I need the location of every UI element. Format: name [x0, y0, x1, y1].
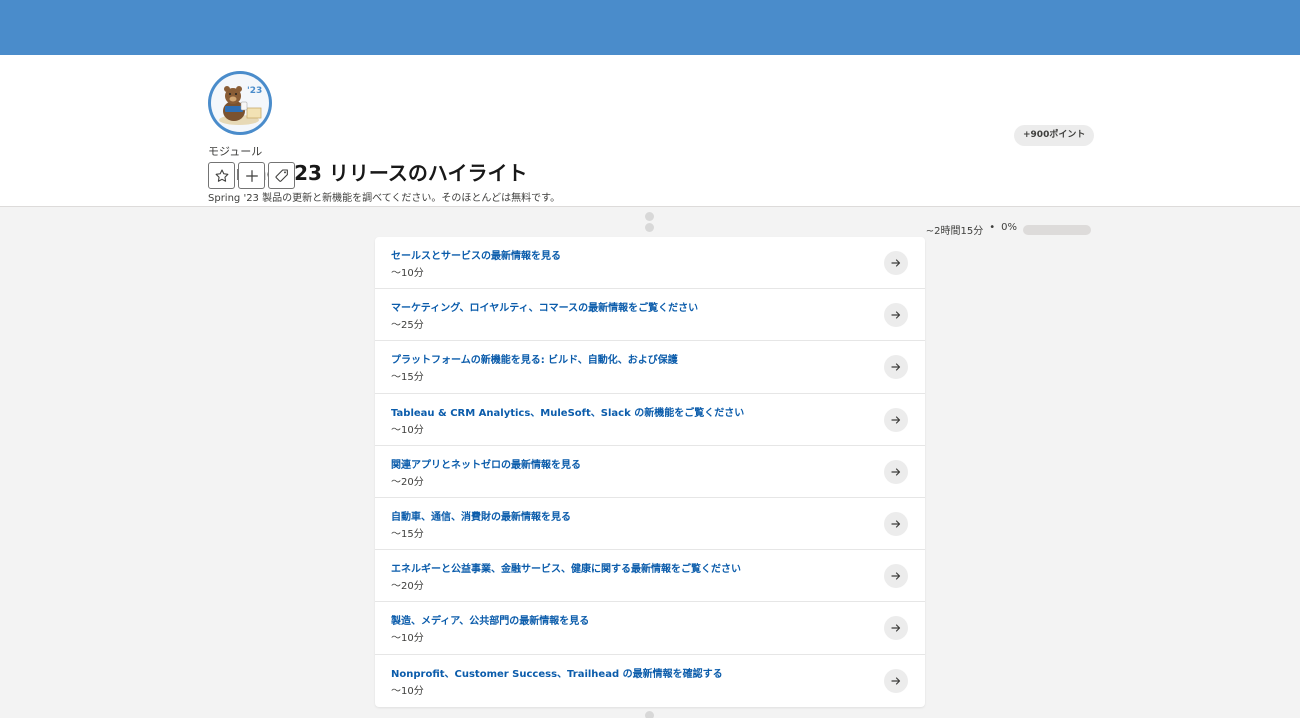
unit-duration: 〜10分 — [391, 633, 424, 645]
arrow-right-icon[interactable] — [884, 564, 908, 589]
connector-dot — [645, 223, 654, 232]
arrow-right-icon[interactable] — [884, 668, 908, 693]
arrow-right-icon[interactable] — [884, 407, 908, 432]
svg-text:'23: '23 — [247, 86, 262, 96]
module-description: Spring '23 製品の更新と新機能を調べてください。そのほとんどは無料です… — [208, 193, 561, 204]
module-badge: '23 — [208, 71, 272, 135]
arrow-right-icon[interactable] — [884, 459, 908, 484]
unit-duration: 〜25分 — [391, 320, 424, 332]
progress-percent: 0% — [1001, 222, 1017, 233]
unit-row[interactable]: Nonprofit、Customer Success、Trailhead の最新… — [375, 655, 925, 707]
unit-duration: 〜20分 — [391, 476, 424, 488]
star-icon — [215, 168, 228, 182]
unit-title-link[interactable]: 製造、メディア、公共部門の最新情報を見る — [391, 612, 589, 627]
unit-row[interactable]: 自動車、通信、消費財の最新情報を見る 〜15分 — [375, 498, 925, 551]
arrow-right-icon[interactable] — [884, 511, 908, 536]
unit-title-link[interactable]: Nonprofit、Customer Success、Trailhead の最新… — [391, 665, 723, 680]
duration-text: ~2時間15分 — [925, 226, 984, 237]
connector-dot — [645, 212, 654, 221]
unit-title-link[interactable]: 関連アプリとネットゼロの最新情報を見る — [391, 456, 581, 471]
plus-icon — [245, 169, 258, 182]
arrow-right-icon[interactable] — [884, 251, 908, 275]
unit-row[interactable]: セールスとサービスの最新情報を見る〜10分 — [375, 237, 925, 290]
unit-duration: 〜10分 — [391, 268, 424, 279]
arrow-right-icon[interactable] — [884, 616, 908, 641]
unit-row[interactable]: エネルギーと公益事業、金融サービス、健康に関する最新情報をご覧ください 〜20分 — [375, 550, 925, 603]
unit-row[interactable]: Tableau & CRM Analytics、MuleSoft、Slack の… — [375, 394, 925, 446]
separator-dot: • — [989, 222, 996, 233]
progress-bar — [1023, 225, 1091, 235]
progress-summary: ~2時間15分 • 0% — [926, 222, 1017, 237]
connector-dot — [645, 711, 654, 718]
unit-row[interactable]: マーケティング、ロイヤルティ、コマースの最新情報をご覧ください 〜25分 — [375, 289, 925, 342]
favorite-button[interactable] — [208, 162, 235, 189]
arrow-right-icon[interactable] — [884, 303, 908, 328]
module-header: '23 モジュール Spring '23 リリースのハイライト Spring '… — [0, 55, 1300, 237]
unit-row[interactable]: 製造、メディア、公共部門の最新情報を見る 〜10分 — [375, 602, 925, 655]
unit-duration: 〜10分 — [391, 424, 424, 436]
top-banner — [0, 0, 1300, 55]
unit-list: セールスとサービスの最新情報を見る 〜10分 マーケティング、ロイヤルティ、コマース… — [375, 237, 925, 707]
points-badge: +900ポイント — [1014, 125, 1095, 146]
tag-button[interactable] — [268, 162, 295, 189]
unit-title-link[interactable]: プラットフォームの新機能を見る: ビルド、自動化、および保護 — [391, 351, 678, 366]
arrow-right-icon[interactable] — [884, 355, 908, 380]
unit-title-link[interactable]: セールスとサービスの最新情報を見る — [391, 247, 561, 262]
unit-row[interactable]: 関連アプリとネットゼロの最新情報を見る 〜20分 — [375, 446, 925, 498]
tag-icon — [275, 168, 288, 182]
add-to-list-button[interactable] — [238, 162, 265, 189]
unit-duration: 〜20分 — [391, 581, 424, 593]
unit-row[interactable]: プラットフォームの新機能を見る: ビルド、自動化、および保護 〜15分 — [375, 341, 925, 394]
unit-title-link[interactable]: エネルギーと公益事業、金融サービス、健康に関する最新情報をご覧ください — [391, 560, 741, 575]
unit-title-link[interactable]: 自動車、通信、消費財の最新情報を見る — [391, 508, 571, 523]
unit-duration: 〜10分 — [391, 685, 424, 697]
unit-title-link[interactable]: マーケティング、ロイヤルティ、コマースの最新情報をご覧ください — [391, 299, 698, 314]
bear-mascot-icon: '23 — [219, 86, 262, 125]
unit-duration: 〜15分 — [391, 372, 424, 384]
unit-duration: 〜15分 — [391, 528, 424, 540]
unit-title-link[interactable]: Tableau & CRM Analytics、MuleSoft、Slack の… — [391, 404, 744, 419]
